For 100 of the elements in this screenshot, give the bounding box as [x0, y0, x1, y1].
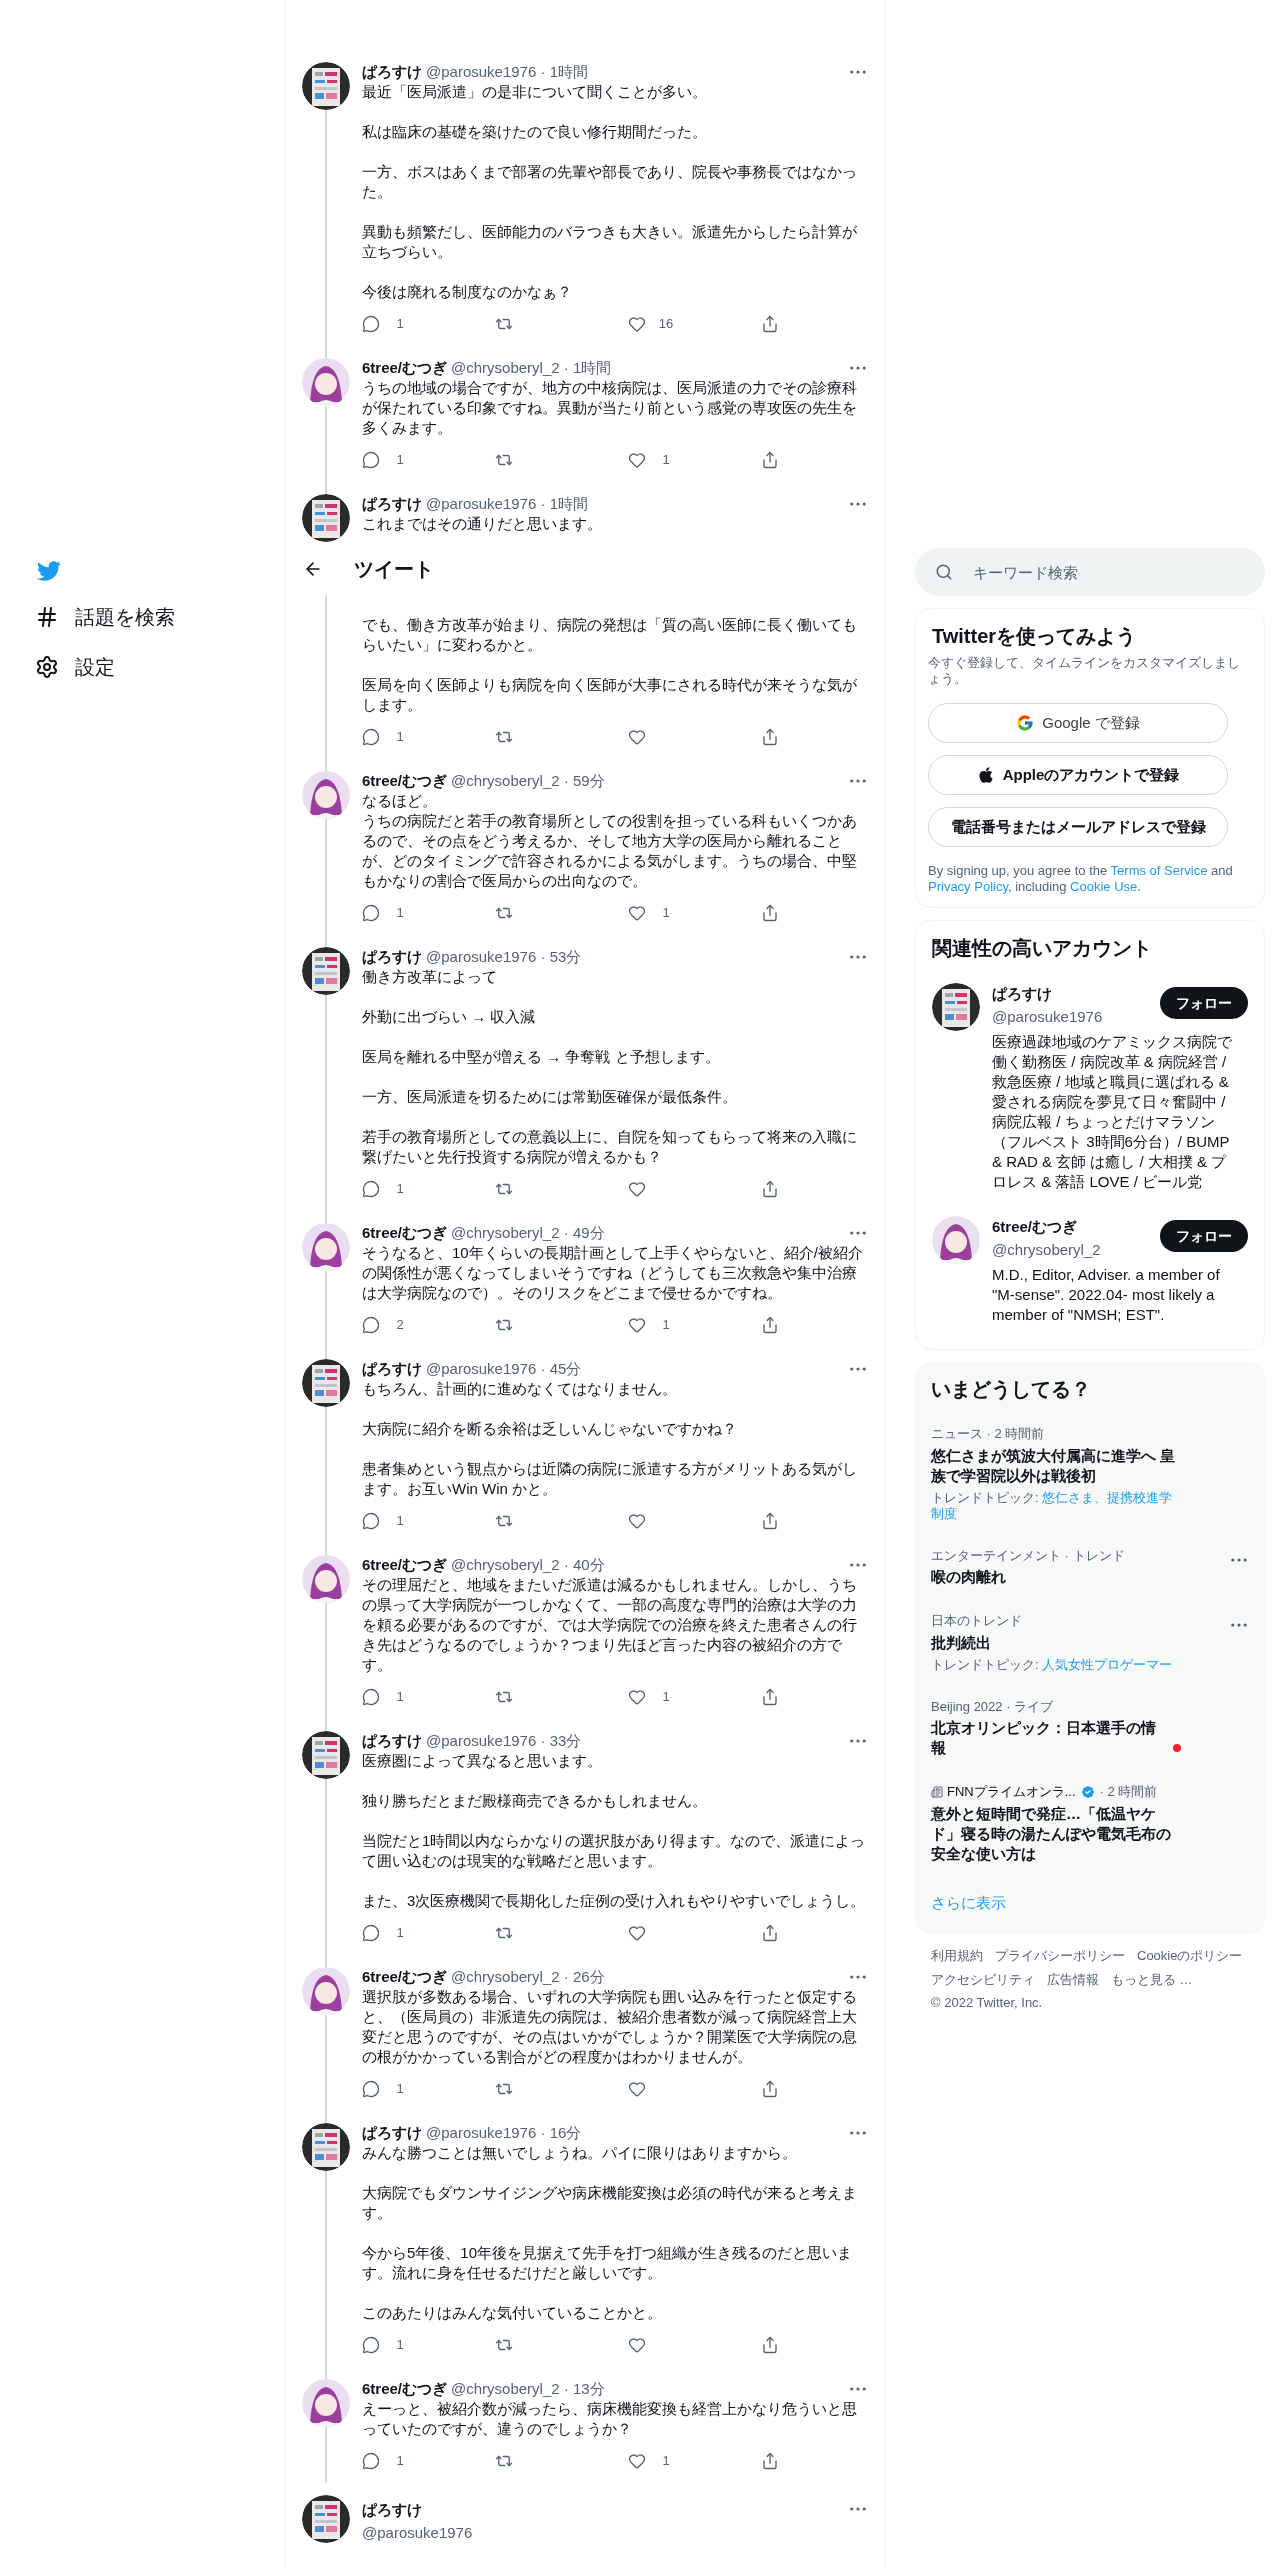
reply-button[interactable]: 1 — [362, 1687, 408, 1707]
nav-link[interactable]: 設定 — [35, 642, 285, 692]
share-button[interactable] — [761, 2080, 779, 2098]
tweet-meta: @chrysoberyl_2 · 49分 — [451, 1222, 605, 1243]
author-name[interactable]: 6tree/むつぎ — [362, 1553, 448, 1577]
reply-icon — [362, 2452, 380, 2470]
card-subtitle: 今すぐ登録して、タイムラインをカスタマイズしましょう。 — [928, 655, 1241, 687]
tweet-meta: @chrysoberyl_2 · 59分 — [451, 770, 605, 791]
trend-title[interactable]: 北京オリンピック：日本選手の情報 — [931, 1718, 1169, 1758]
reply-button[interactable]: 1 — [362, 2451, 408, 2471]
more-icon — [850, 1231, 866, 1235]
author-name[interactable]: ぱろすけ — [362, 2499, 422, 2522]
share-button[interactable] — [761, 1688, 779, 1706]
author-name[interactable]: ぱろすけ — [362, 60, 422, 84]
account-name[interactable]: 6tree/むつぎ — [992, 1216, 1101, 1239]
trend-title[interactable]: 喉の肉離れ — [931, 1567, 1006, 1587]
reply-button[interactable]: 2 — [362, 1315, 408, 1335]
share-button[interactable] — [761, 1512, 779, 1530]
copyright-text: © 2022 Twitter, Inc. — [931, 1994, 1043, 2012]
more-icon — [850, 1563, 866, 1567]
tweet-text: 今後は廃れる制度なのかなぁ？ — [362, 282, 573, 302]
footer-link[interactable]: 利用規約 — [931, 1946, 983, 1966]
like-button[interactable]: 1 — [628, 2451, 674, 2471]
more-icon — [850, 70, 866, 74]
author-name[interactable]: ぱろすけ — [362, 2121, 422, 2145]
author-name[interactable]: 6tree/むつぎ — [362, 356, 448, 380]
reply-icon — [362, 1512, 380, 1530]
footer-link[interactable]: Cookieのポリシー — [1137, 1946, 1243, 1966]
reply-button[interactable]: 1 — [362, 450, 408, 470]
share-button[interactable] — [761, 728, 779, 746]
tweet-text: みんな勝つことは無いでしょうね。パイに限りはありますから。 — [362, 2143, 798, 2163]
account-bio: 医療過疎地域のケアミックス病院で働く勤務医 / 病院改革 & 病院経営 / 救急医療 / 地域と職員に選ばれる & 愛される病院を夢見て日々奮闘中 / 病院広報 / ちょっとだけマラソン（フルベスト 3時間6分台）/ BUMP & RAD & 玄師 は癒し / 大相撲 & プロレス & 落語 LOVE / ビール党 — [992, 1032, 1232, 1192]
trend-meta: 日本のトレンド — [931, 1612, 1023, 1630]
trend-meta: · 2 時間前 — [1099, 1783, 1158, 1801]
share-button[interactable] — [761, 315, 779, 333]
footer-link[interactable]: プライバシーポリシー — [995, 1946, 1125, 1966]
reply-icon — [362, 315, 380, 333]
account-handle: @chrysoberyl_2 — [992, 1239, 1101, 1260]
tweet-meta: @parosuke1976 · 16分 — [426, 2122, 582, 2143]
author-name[interactable]: ぱろすけ — [362, 1357, 422, 1381]
author-name[interactable]: ぱろすけ — [362, 945, 422, 969]
trend-topic[interactable]: トレンドトピック: 悠仁さま、提携校進学制度 — [931, 1489, 1181, 1522]
tweet-text: うちの病院だと若手の教育場所としての役割を担っている科もいくつかあるので、その点をどう考えるか、そして地方大学の医局から離れることが、どのタイミングで許容されるかによる気がします。うちの場合、中堅もかなりの割合で医局からの出向なので。 — [362, 811, 858, 891]
avatar — [302, 1555, 350, 1603]
share-button[interactable] — [761, 451, 779, 469]
reply-button[interactable]: 1 — [362, 1179, 408, 1199]
share-button[interactable] — [761, 2452, 779, 2470]
reply-icon — [362, 2336, 380, 2354]
share-icon — [761, 728, 779, 746]
follow-button[interactable]: フォロー — [1160, 1220, 1248, 1252]
reply-button[interactable]: 1 — [362, 314, 408, 334]
bird-logo-icon[interactable] — [35, 559, 63, 583]
footer-link[interactable]: 広告情報 — [1047, 1969, 1099, 1989]
tweet-text: 一方、ボスはあくまで部署の先輩や部長であり、院長や事務長ではなかった。 — [362, 162, 858, 202]
author-name[interactable]: 6tree/むつぎ — [362, 2377, 448, 2401]
live-icon — [1173, 1744, 1181, 1752]
share-button[interactable] — [761, 1924, 779, 1942]
author-name[interactable]: ぱろすけ — [362, 492, 422, 516]
like-icon — [628, 2452, 646, 2470]
like-icon — [628, 451, 646, 469]
author-name[interactable]: 6tree/むつぎ — [362, 1221, 448, 1245]
avatar — [302, 771, 350, 819]
like-icon — [628, 728, 646, 746]
reply-button[interactable]: 1 — [362, 1923, 408, 1943]
tweet-meta: @chrysoberyl_2 · 26分 — [451, 1966, 605, 1987]
share-button[interactable] — [761, 904, 779, 922]
more-icon — [850, 366, 866, 370]
trend-title[interactable]: 悠仁さまが筑波大付属高に進学へ 皇族で学習院以外は戦後初 — [931, 1445, 1181, 1486]
like-button[interactable]: 16 — [628, 314, 674, 334]
search-field[interactable]: キーワード検索 — [915, 548, 1265, 596]
like-button[interactable]: 1 — [628, 1687, 674, 1707]
author-name[interactable]: 6tree/むつぎ — [362, 769, 448, 793]
reply-button[interactable]: 1 — [362, 2335, 408, 2355]
footer-link[interactable]: アクセシビリティ — [931, 1969, 1035, 1989]
footer-link[interactable]: もっと見る … — [1111, 1969, 1193, 1989]
more-icon — [1231, 1557, 1247, 1562]
reply-button[interactable]: 1 — [362, 1511, 408, 1531]
tweet-meta: @parosuke1976 · 1時間 — [426, 493, 588, 514]
trend-topic[interactable]: トレンドトピック: 人気女性プロゲーマー — [931, 1656, 1181, 1673]
author-name[interactable]: 6tree/むつぎ — [362, 1965, 448, 1989]
tweet-text: 大病院に紹介を断る余裕は乏しいんじゃないですかね？ — [362, 1419, 738, 1439]
reply-button[interactable]: 1 — [362, 903, 408, 923]
trend-meta: エンターテインメント · トレンド — [931, 1546, 1126, 1565]
share-button[interactable] — [761, 2336, 779, 2354]
author-handle: @parosuke1976 — [362, 2522, 474, 2543]
share-button[interactable] — [761, 1316, 779, 1334]
follow-button[interactable]: フォロー — [1160, 987, 1248, 1019]
author-name[interactable]: ぱろすけ — [362, 1729, 422, 1753]
reply-button[interactable]: 1 — [362, 727, 408, 747]
avatar — [302, 358, 350, 406]
like-button[interactable]: 1 — [628, 1315, 674, 1335]
nav-link[interactable]: 話題を検索 — [35, 592, 285, 642]
trend-title[interactable]: 意外と短時間で発症…「低温ヤケド」寝る時の湯たんぽや電気毛布の安全な使い方は — [931, 1803, 1181, 1864]
trend-title[interactable]: 批判続出 — [931, 1632, 991, 1653]
reply-button[interactable]: 1 — [362, 2079, 408, 2099]
share-button[interactable] — [761, 1180, 779, 1198]
tweet-meta: @chrysoberyl_2 · 13分 — [451, 2378, 605, 2399]
account-name[interactable]: ぱろすけ — [992, 983, 1103, 1006]
like-button[interactable]: 1 — [628, 450, 674, 470]
like-button[interactable]: 1 — [628, 903, 674, 923]
